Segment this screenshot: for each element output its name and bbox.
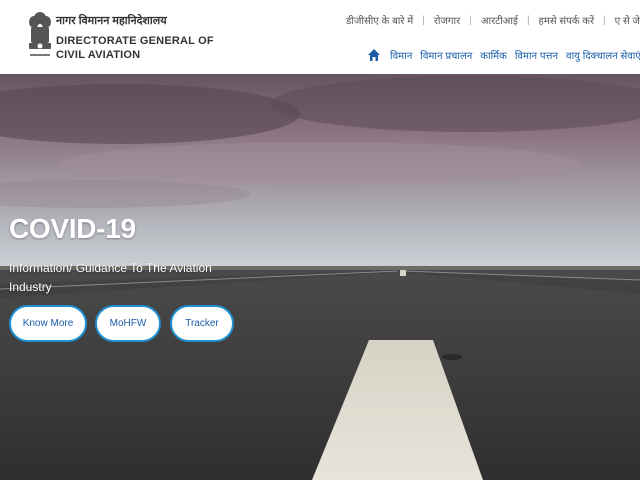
hero-subtitle: Information/ Guidance To The Aviation In… [9, 261, 212, 294]
national-emblem-logo[interactable] [27, 10, 53, 66]
site-header: नागर विमानन महानिदेशालय DIRECTORATE GENE… [0, 0, 640, 74]
top-link-a-to-z[interactable]: ए से जेड तक वि [615, 13, 640, 27]
nav-item-air-operations[interactable]: विमान प्रचालन [420, 48, 472, 62]
nav-item-air-navigation-services[interactable]: वायु दिक्चालन सेवाएं [566, 48, 640, 62]
brand-name-hindi: नागर विमानन महानिदेशालय [56, 15, 167, 27]
home-icon[interactable] [367, 48, 381, 62]
hero-title: COVID-19 [9, 212, 136, 244]
separator: | [469, 14, 472, 26]
top-link-about[interactable]: डीजीसीए के बारे में [346, 13, 413, 27]
top-link-jobs[interactable]: रोजगार [434, 13, 460, 27]
utility-nav: डीजीसीए के बारे में | रोजगार | आरटीआई | … [346, 13, 640, 28]
main-nav: विमान विमान प्रचालन कार्मिक विमान पत्तन … [367, 47, 640, 63]
mohfw-button[interactable]: MoHFW [95, 305, 161, 342]
brand-line-1: DIRECTORATE GENERAL OF [56, 35, 214, 47]
separator: | [422, 14, 425, 26]
top-link-rti[interactable]: आरटीआई [481, 13, 518, 27]
separator: | [526, 14, 530, 26]
nav-item-aerodromes[interactable]: विमान पत्तन [515, 48, 558, 62]
hero-banner: COVID-19 Information/ Guidance To The Av… [0, 74, 640, 480]
nav-item-personnel[interactable]: कार्मिक [480, 48, 507, 62]
brand-line-2: CIVIL AVIATION [56, 49, 141, 61]
top-link-contact[interactable]: हमसे संपर्क करें [539, 13, 595, 27]
brand-name-english[interactable]: DIRECTORATE GENERAL OF CIVIL AVIATION [56, 34, 214, 62]
nav-item-aircraft[interactable]: विमान [390, 48, 412, 62]
separator: | [603, 14, 606, 26]
know-more-button[interactable]: Know More [9, 305, 87, 342]
tracker-button[interactable]: Tracker [170, 305, 234, 342]
